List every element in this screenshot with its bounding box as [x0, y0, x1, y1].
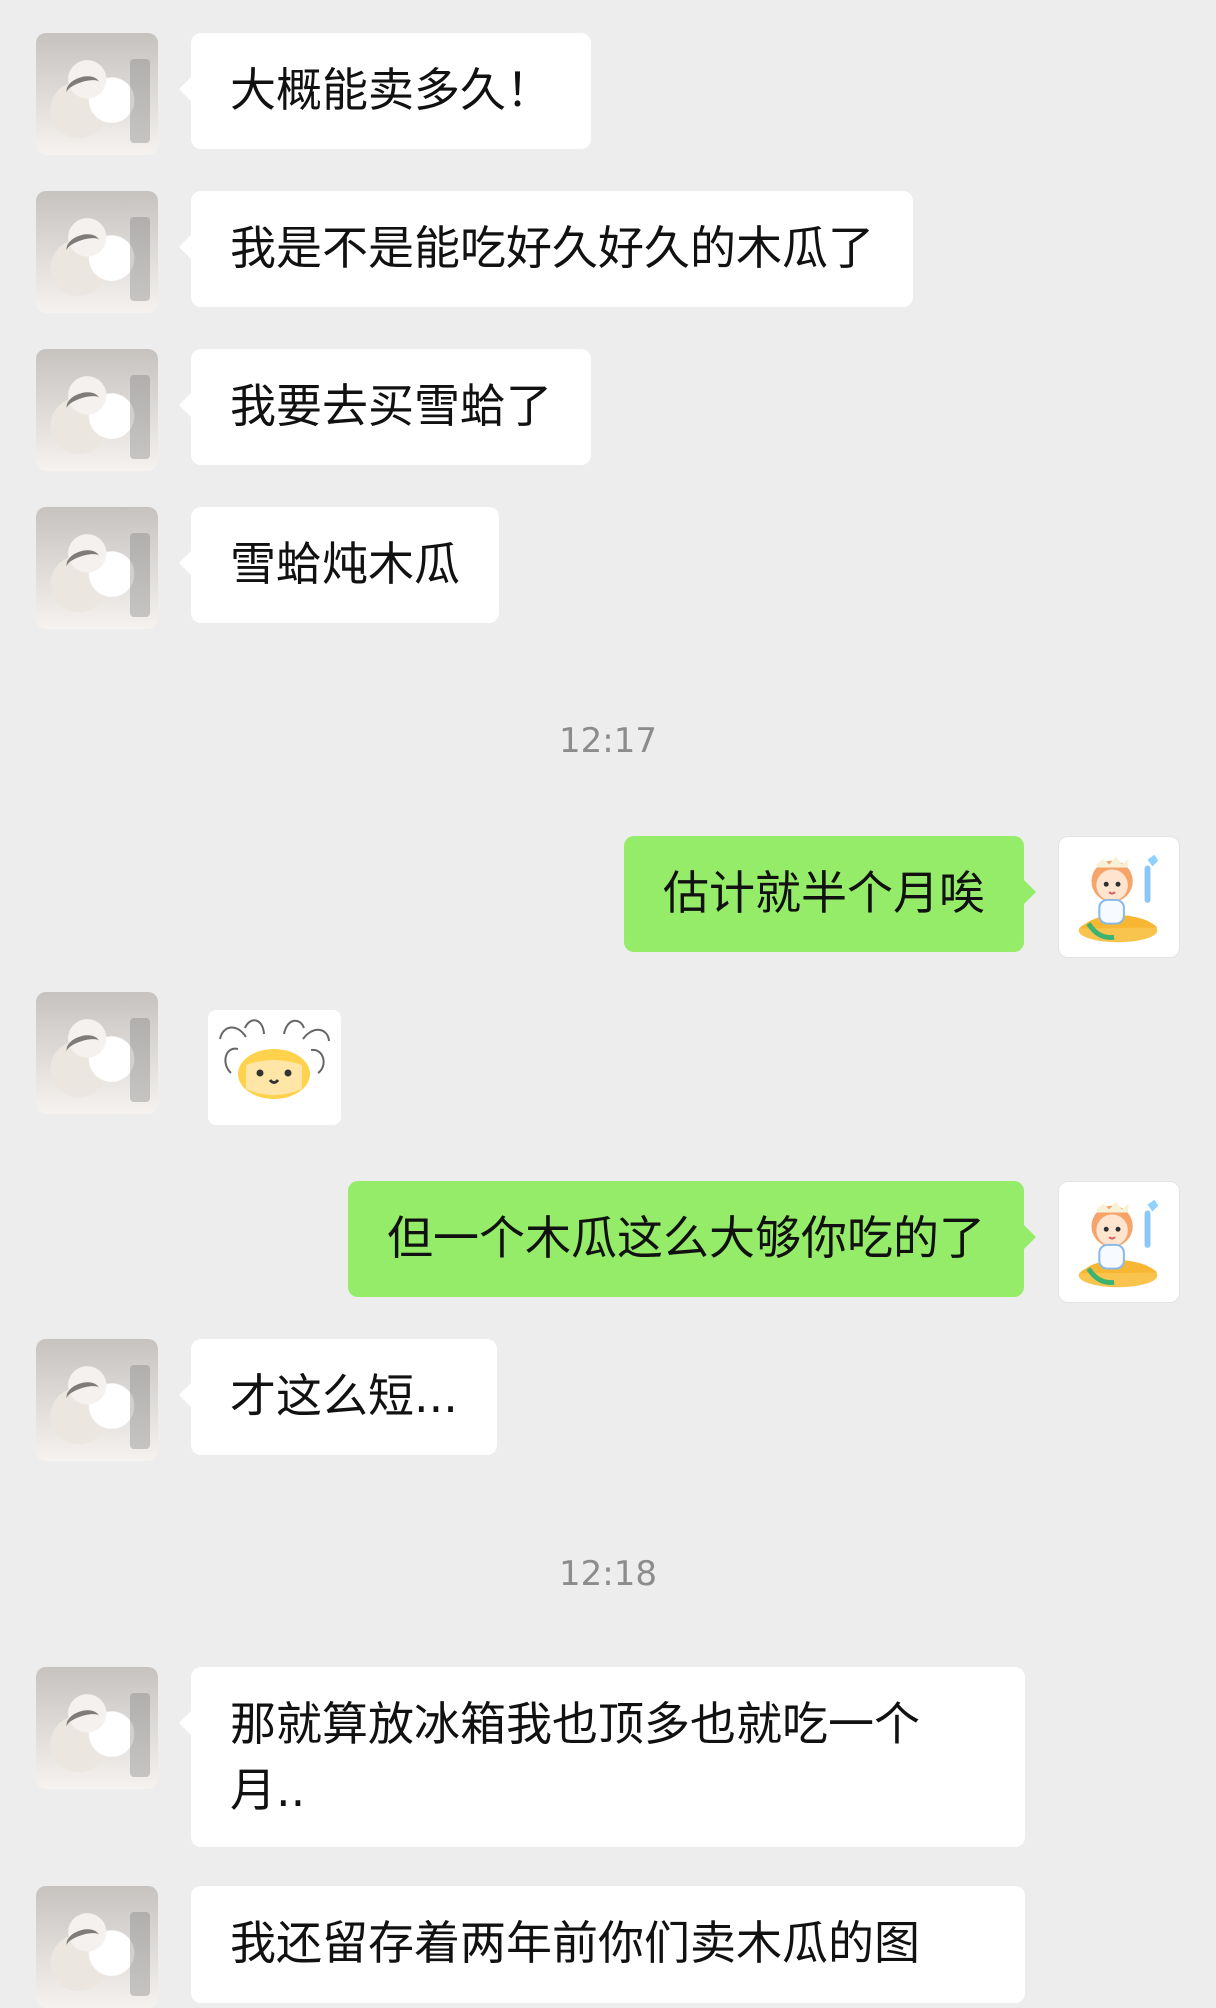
- message-bubble-incoming[interactable]: 我还留存着两年前你们卖木瓜的图: [191, 1886, 1025, 2003]
- girl-avatar-drawing: [1078, 854, 1159, 943]
- message-bubble-incoming[interactable]: 我要去买雪蛤了: [179, 349, 591, 465]
- chat-window: 大概能卖多久！ 我是不是能吃好久好久的木瓜了 我要去买雪蛤了 雪蛤炖木瓜 12:…: [0, 0, 1216, 2008]
- message-timestamp: 12:18: [559, 1554, 657, 1594]
- girl-avatar-icon[interactable]: [1058, 1181, 1180, 1303]
- message-bubble-incoming[interactable]: 那就算放冰箱我也顶多也就吃一个月..: [179, 1667, 1025, 1847]
- message-bubble-outgoing[interactable]: 但一个木瓜这么大够你吃的了: [348, 1181, 1036, 1297]
- cat-avatar-icon[interactable]: [36, 33, 158, 155]
- cat-avatar-icon[interactable]: [36, 1667, 158, 1789]
- message-bubble-incoming[interactable]: 我是不是能吃好久好久的木瓜了: [179, 191, 913, 307]
- cat-avatar-icon[interactable]: [36, 992, 158, 1114]
- cat-avatar-icon[interactable]: [36, 507, 158, 629]
- cat-avatar-icon[interactable]: [36, 1339, 158, 1461]
- sticker-message[interactable]: [208, 1010, 341, 1125]
- message-bubble-incoming[interactable]: 才这么短...: [179, 1339, 497, 1455]
- girl-avatar-drawing: [1078, 1199, 1159, 1288]
- spider-fox-sticker-icon: [219, 1019, 330, 1099]
- message-bubble-incoming[interactable]: 雪蛤炖木瓜: [179, 507, 499, 623]
- message-bubble-incoming[interactable]: 大概能卖多久！: [179, 33, 591, 149]
- girl-avatar-icon[interactable]: [1058, 836, 1180, 958]
- cat-avatar-icon[interactable]: [36, 349, 158, 471]
- cat-avatar-icon[interactable]: [36, 1886, 158, 2008]
- cat-avatar-icon[interactable]: [36, 191, 158, 313]
- message-timestamp: 12:17: [559, 721, 657, 761]
- message-bubble-outgoing[interactable]: 估计就半个月唉: [624, 836, 1036, 952]
